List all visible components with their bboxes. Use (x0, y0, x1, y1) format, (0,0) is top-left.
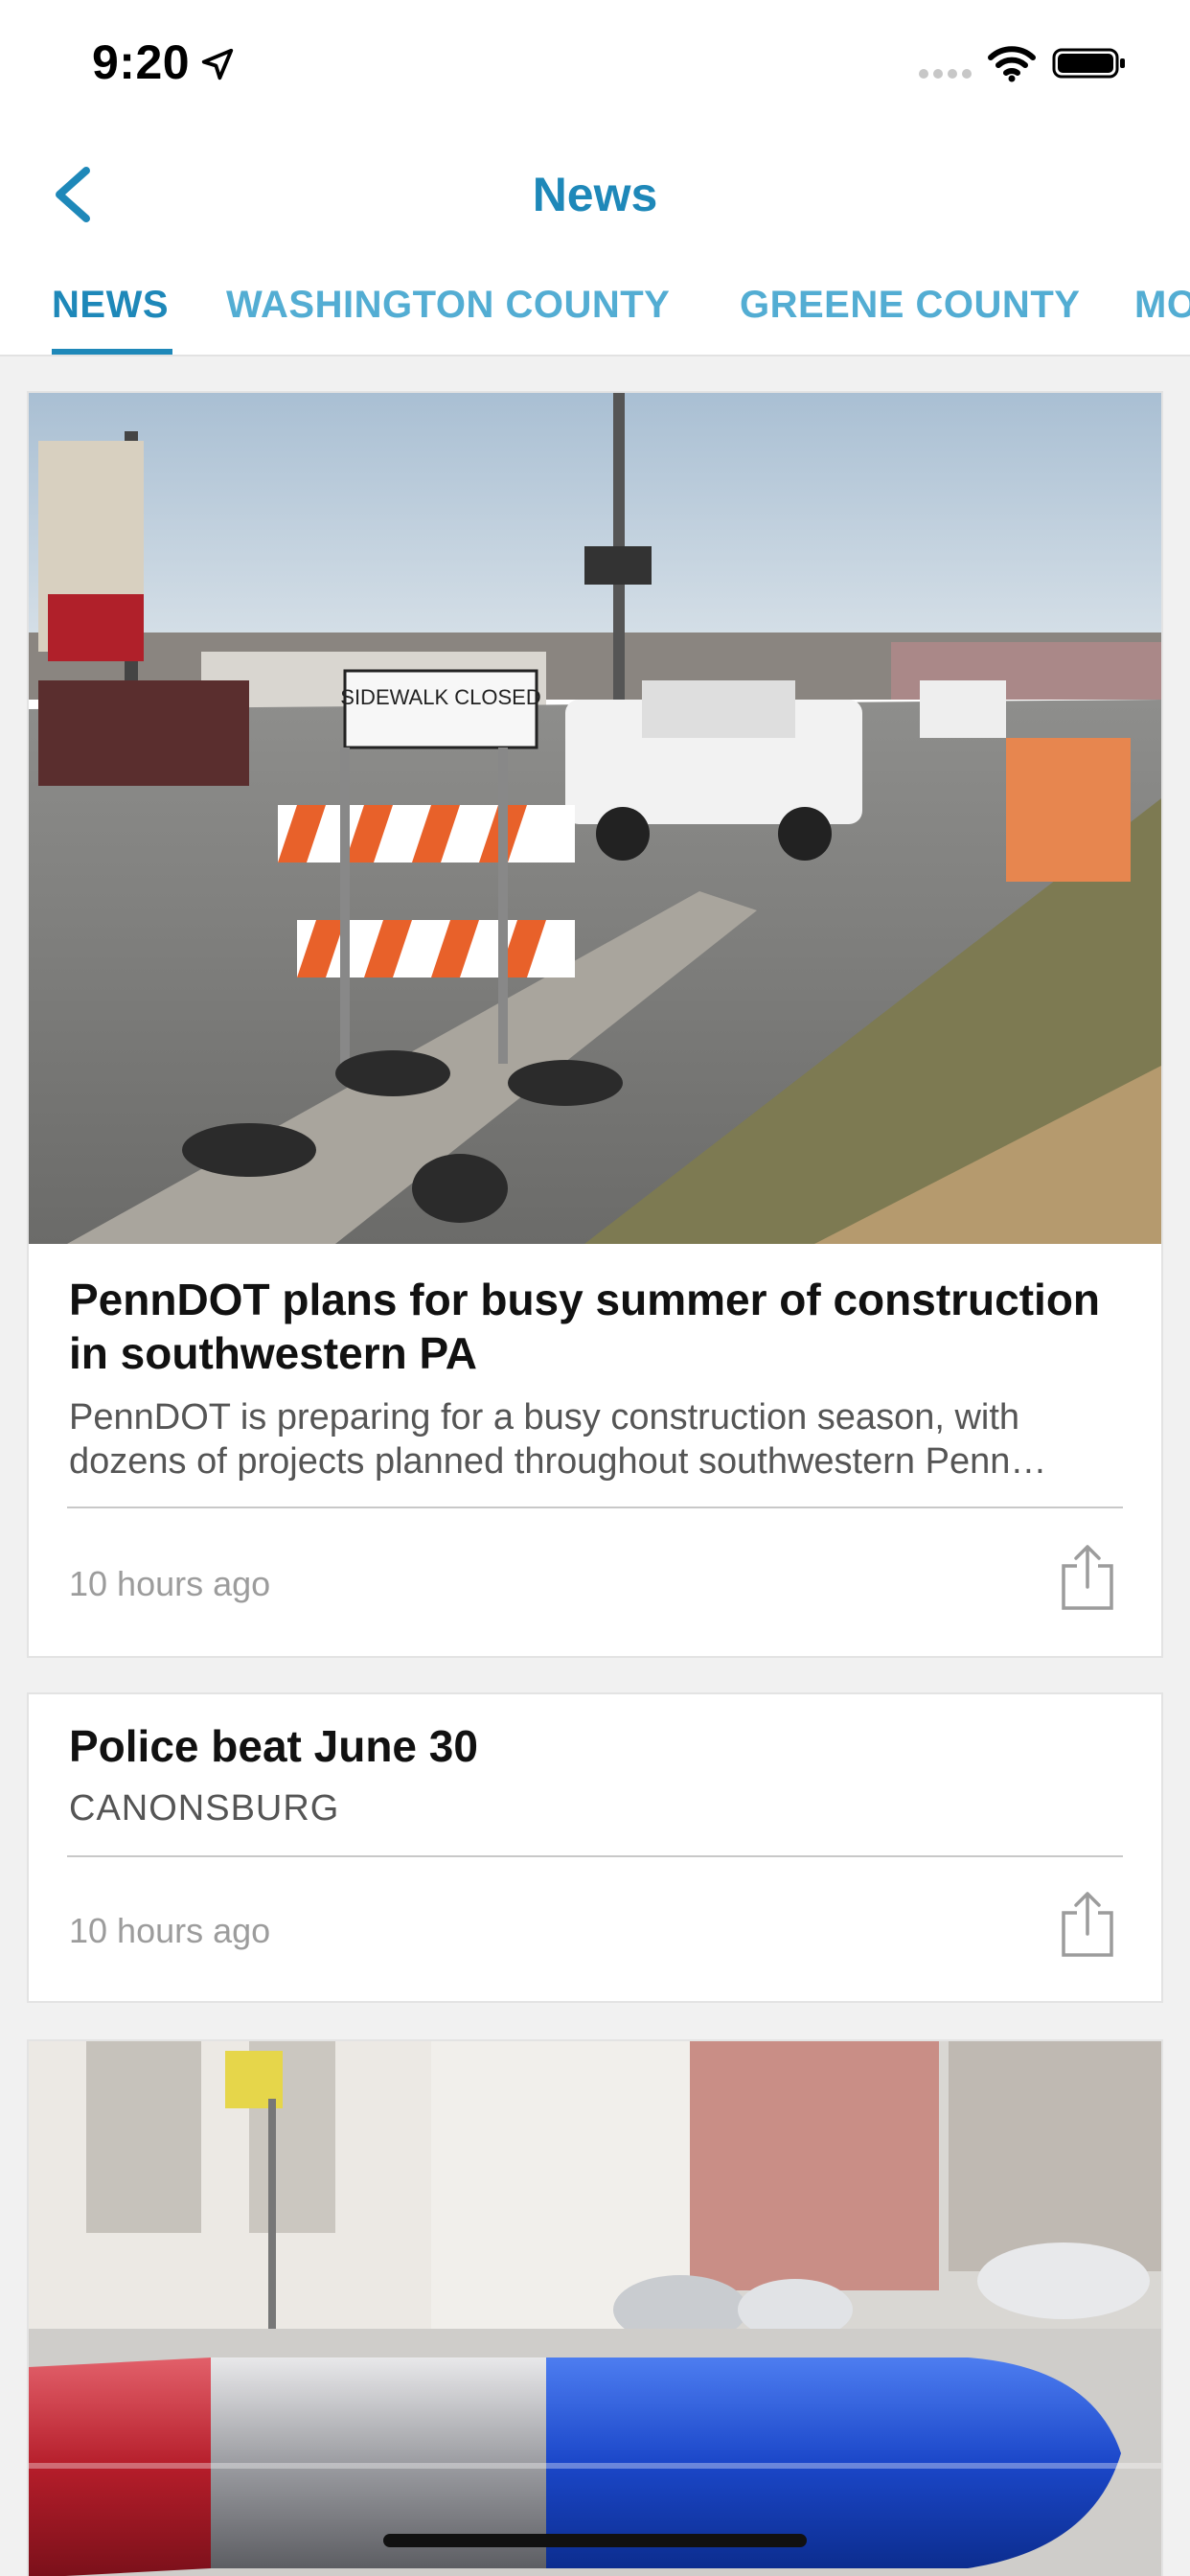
article-title[interactable]: PennDOT plans for busy summer of constru… (69, 1273, 1123, 1380)
article-card[interactable]: SIDEWALK CLOSED PennDOT plans for busy s… (27, 391, 1163, 1658)
tab-washington-county[interactable]: WASHINGTON COUNTY (226, 284, 670, 327)
share-button[interactable] (1060, 1543, 1115, 1612)
article-card[interactable] (27, 2039, 1163, 2576)
article-title[interactable]: Police beat June 30 (69, 1719, 1123, 1773)
article-image (29, 2041, 1161, 2576)
share-icon (1062, 1892, 1113, 1957)
tab-news[interactable]: NEWS (52, 284, 169, 327)
tab-greene-county[interactable]: GREENE COUNTY (740, 284, 1080, 327)
article-timestamp: 10 hours ago (69, 1564, 271, 1603)
status-bar: 9:20 (0, 0, 1190, 126)
wifi-icon (988, 46, 1036, 82)
article-timestamp: 10 hours ago (69, 1911, 271, 1950)
page-title: News (532, 168, 658, 221)
signal-dots-icon (919, 69, 972, 79)
article-summary: PennDOT is preparing for a busy construc… (69, 1397, 1047, 1482)
divider (67, 1855, 1123, 1857)
divider (67, 1506, 1123, 1508)
category-tabs: NEWS WASHINGTON COUNTY GREENE COUNTY MO (0, 261, 1190, 356)
active-tab-indicator (52, 349, 172, 355)
article-image: SIDEWALK CLOSED (29, 393, 1161, 1244)
tab-more[interactable]: MO (1134, 284, 1190, 327)
article-card[interactable]: Police beat June 30 CANONSBURG 10 hours … (27, 1692, 1163, 2003)
sidewalk-closed-sign: SIDEWALK CLOSED (340, 685, 540, 709)
battery-icon (1052, 48, 1125, 79)
location-arrow-icon (201, 48, 234, 80)
home-indicator[interactable] (383, 2534, 807, 2547)
screen: 9:20 News NEWS WASHINGTON COUNTY GREENE … (0, 0, 1190, 2576)
article-location: CANONSBURG (69, 1788, 340, 1828)
status-time: 9:20 (92, 35, 191, 89)
share-button[interactable] (1060, 1890, 1115, 1959)
share-icon (1062, 1545, 1113, 1610)
